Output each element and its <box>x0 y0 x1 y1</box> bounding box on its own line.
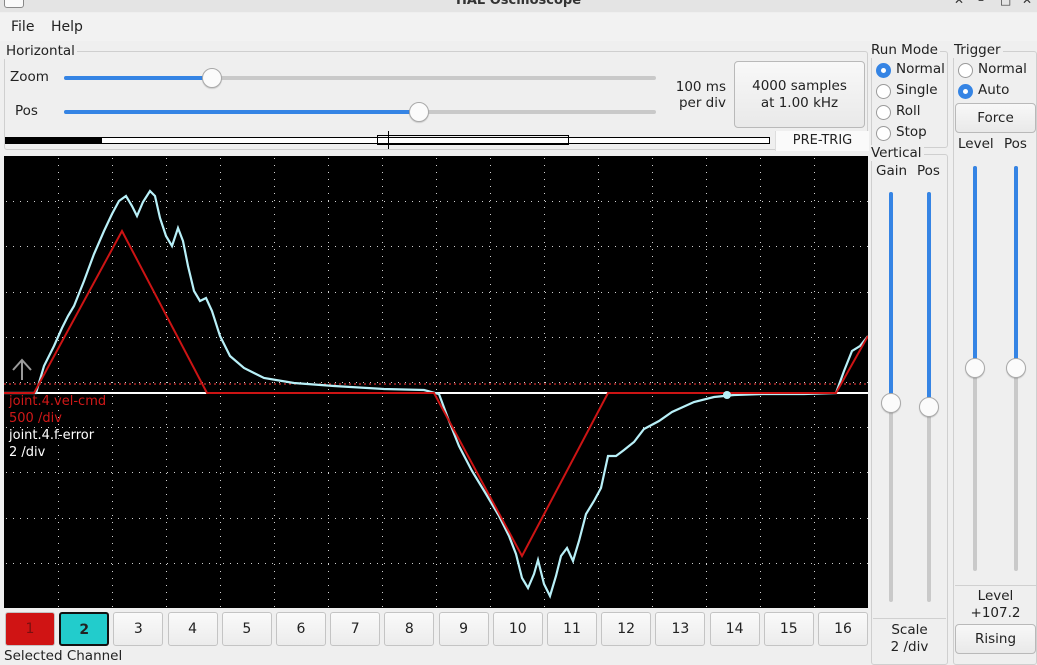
vertical-label: Vertical <box>869 145 924 161</box>
trigger-level-slider-handle[interactable] <box>965 358 985 378</box>
force-button[interactable]: Force <box>955 103 1036 133</box>
run-mode-label-normal[interactable]: Normal <box>896 61 945 77</box>
vertical-scale-label: Scale <box>891 622 928 638</box>
trigger-mode-label-auto[interactable]: Auto <box>978 82 1009 98</box>
channel-button-10[interactable]: 10 <box>492 612 543 646</box>
record-position-filled <box>6 138 102 143</box>
run-mode-label-stop[interactable]: Stop <box>896 124 927 140</box>
zoom-slider-handle[interactable] <box>202 68 222 88</box>
scope-grid <box>6 158 868 607</box>
trigger-arrow-icon <box>12 358 32 380</box>
trigger-level-label: Level <box>958 136 994 152</box>
zoom-slider-fill <box>64 76 212 80</box>
vertical-gain-label: Gain <box>876 163 908 179</box>
channel-button-11[interactable]: 11 <box>547 612 597 646</box>
trigger-pos-slider-handle[interactable] <box>1006 358 1026 378</box>
horizontal-pos-slider[interactable] <box>64 110 656 114</box>
run-mode-radio-stop[interactable] <box>876 126 891 141</box>
channel-1-name: joint.4.vel-cmd <box>9 394 107 409</box>
trigger-level-readout-label: Level <box>977 588 1014 604</box>
trigger-pos-label: Pos <box>1004 136 1027 152</box>
channel-button-8[interactable]: 8 <box>384 612 435 646</box>
scope-plot <box>4 158 869 607</box>
minimize-icon[interactable]: – <box>978 0 984 7</box>
trigger-level-slider-fill <box>973 166 977 366</box>
trigger-edge-button[interactable]: Rising <box>955 624 1036 654</box>
run-mode-label: Run Mode <box>869 42 940 58</box>
vertical-scale-readout: Scale 2 /div <box>873 622 946 656</box>
close-icon[interactable]: ✕ <box>954 0 964 7</box>
channel-button-1[interactable]: 1 <box>5 612 55 646</box>
run-mode-label-roll[interactable]: Roll <box>896 103 921 119</box>
vertical-pos-slider-handle[interactable] <box>919 397 939 417</box>
channel-button-4[interactable]: 4 <box>167 612 218 646</box>
channel-button-5[interactable]: 5 <box>221 612 272 646</box>
selected-channel-label: Selected Channel <box>4 648 123 664</box>
vertical-gain-slider-handle[interactable] <box>881 393 901 413</box>
vertical-separator <box>873 618 946 619</box>
trigger-marker <box>388 131 389 149</box>
menu-bar: File Help <box>0 13 1037 41</box>
vertical-gain-slider-fill <box>889 192 893 402</box>
vertical-pos-slider-fill <box>927 192 931 406</box>
pos-label: Pos <box>15 103 38 119</box>
samples-count: 4000 samples <box>752 78 847 94</box>
menu-file[interactable]: File <box>11 19 34 35</box>
maximize-icon[interactable]: □ <box>1000 0 1011 7</box>
time-per-div-value: 100 ms <box>675 79 726 95</box>
horizontal-pos-slider-fill <box>64 110 420 114</box>
channel-info: joint.4.vel-cmd 500 /div joint.4.f-error… <box>9 393 106 461</box>
pre-trig-label: PRE-TRIG <box>775 131 869 151</box>
channel-button-15[interactable]: 15 <box>763 612 814 646</box>
channel-button-3[interactable]: 3 <box>113 612 164 646</box>
time-per-div: 100 ms per div <box>666 79 726 111</box>
trigger-mode-label-normal[interactable]: Normal <box>978 61 1027 77</box>
trigger-level-readout-value: +107.2 <box>970 605 1021 621</box>
samples-button[interactable]: 4000 samples at 1.00 kHz <box>734 61 865 128</box>
scope-display[interactable]: joint.4.vel-cmd 500 /div joint.4.f-error… <box>4 156 869 608</box>
title-bar: HAL Oscilloscope ✕ – □ ✕ <box>0 0 1037 12</box>
samples-rate: at 1.00 kHz <box>760 95 839 111</box>
window-title: HAL Oscilloscope <box>455 0 582 8</box>
zoom-label: Zoom <box>10 69 49 85</box>
trace-cursor-point <box>723 391 731 399</box>
record-position-bar[interactable] <box>5 131 770 149</box>
zoom-slider[interactable] <box>64 76 656 80</box>
trigger-level-readout: Level +107.2 <box>955 588 1036 622</box>
horizontal-label: Horizontal <box>4 43 77 59</box>
trigger-pos-slider-fill <box>1014 166 1018 366</box>
menu-help[interactable]: Help <box>51 19 83 35</box>
channel-button-16[interactable]: 16 <box>818 612 868 646</box>
channel-button-12[interactable]: 12 <box>601 612 652 646</box>
run-mode-radio-normal[interactable] <box>876 63 891 78</box>
run-mode-label-single[interactable]: Single <box>896 82 938 98</box>
channel-button-13[interactable]: 13 <box>655 612 706 646</box>
channel-button-9[interactable]: 9 <box>438 612 489 646</box>
record-view-window[interactable] <box>377 135 569 145</box>
channel-1-scale: 500 /div <box>9 411 62 426</box>
close-window-icon[interactable]: ✕ <box>1022 0 1032 7</box>
run-mode-radio-single[interactable] <box>876 84 891 99</box>
channel-2-name: joint.4.f-error <box>9 428 95 443</box>
time-per-div-unit: per div <box>678 95 726 111</box>
channel-button-2[interactable]: 2 <box>59 612 110 646</box>
channel-button-14[interactable]: 14 <box>709 612 760 646</box>
vertical-pos-label: Pos <box>917 163 940 179</box>
channel-button-7[interactable]: 7 <box>330 612 381 646</box>
trigger-mode-radio-auto[interactable] <box>958 84 973 99</box>
channel-2-scale: 2 /div <box>9 445 46 460</box>
run-mode-radio-roll[interactable] <box>876 105 891 120</box>
trigger-separator <box>955 585 1036 586</box>
channel-button-6[interactable]: 6 <box>276 612 326 646</box>
vertical-scale-value: 2 /div <box>890 639 929 655</box>
trigger-label: Trigger <box>952 42 1003 58</box>
trigger-mode-radio-normal[interactable] <box>958 63 973 78</box>
